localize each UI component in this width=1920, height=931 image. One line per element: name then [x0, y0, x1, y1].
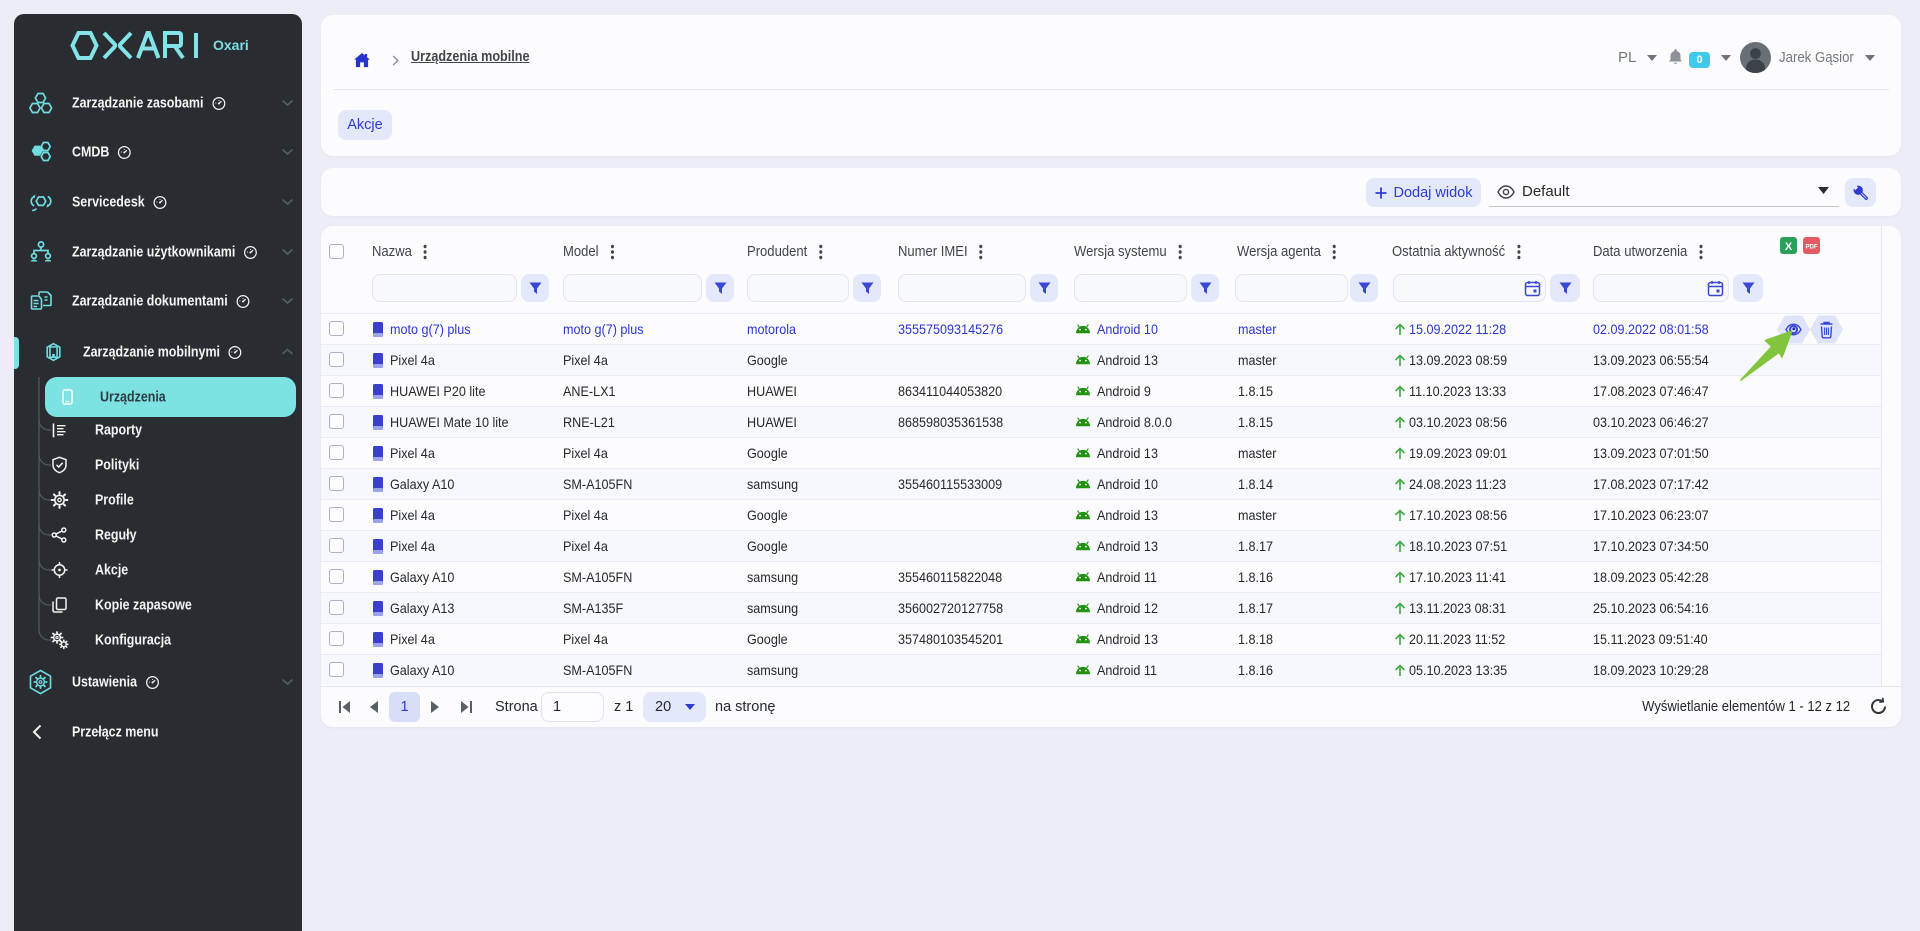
svg-text:X: X — [1785, 241, 1793, 253]
svg-text:PDF: PDF — [1806, 245, 1818, 251]
